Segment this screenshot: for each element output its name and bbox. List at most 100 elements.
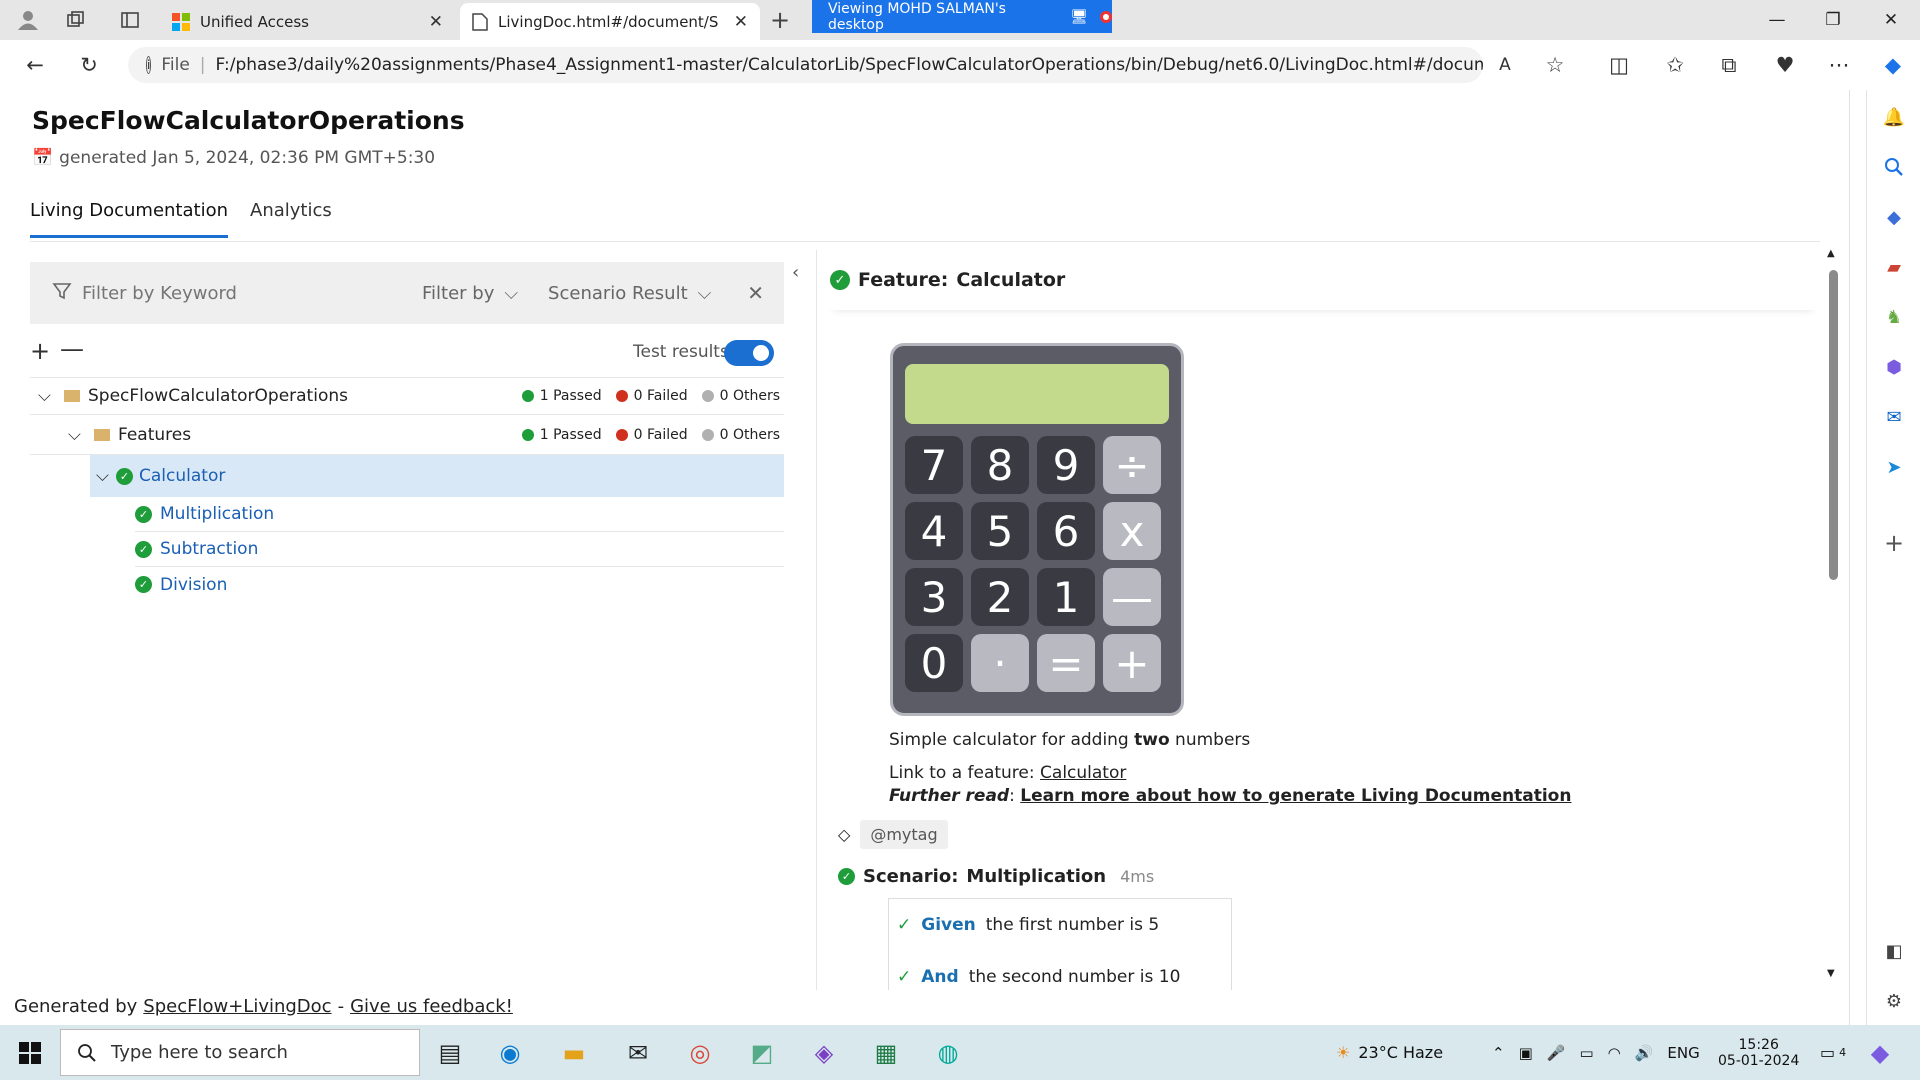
remote-session-banner[interactable]: Viewing MOHD SALMAN's desktop 🖥 xyxy=(812,0,1112,33)
tab-actions-icon[interactable] xyxy=(118,8,142,32)
health-icon[interactable]: ♥ xyxy=(1770,50,1800,80)
notifications[interactable]: ▭ 4 xyxy=(1820,1025,1846,1080)
further-read-link[interactable]: Learn more about how to generate Living … xyxy=(1020,786,1571,806)
battery-icon[interactable]: ▭ xyxy=(1579,1044,1593,1062)
file-explorer-icon[interactable]: ▬ xyxy=(554,1033,594,1073)
outlook-icon[interactable]: ✉ xyxy=(1881,404,1907,430)
scenario-link[interactable]: Division xyxy=(160,575,227,595)
close-window-icon[interactable]: ✕ xyxy=(1876,6,1906,34)
tag-badge[interactable]: @mytag xyxy=(860,820,948,849)
tab-divider xyxy=(30,241,1820,242)
clock[interactable]: 15:26 05-01-2024 xyxy=(1718,1025,1799,1080)
quick-assist-icon[interactable]: ◍ xyxy=(928,1033,968,1073)
windows-start-icon[interactable] xyxy=(10,1033,50,1073)
collapse-all-icon[interactable]: — xyxy=(60,335,84,363)
scenario-link[interactable]: Subtraction xyxy=(160,539,258,559)
collapse-pane-icon[interactable]: ‹ xyxy=(792,262,799,283)
minimize-icon[interactable]: — xyxy=(1762,6,1792,34)
search-icon xyxy=(78,1043,96,1062)
edge-icon[interactable]: ◉ xyxy=(490,1033,530,1073)
calculator-screen xyxy=(905,364,1169,424)
filter-by-dropdown[interactable]: Filter by ⌵ xyxy=(422,283,518,304)
scenario-result-label: Scenario Result xyxy=(548,282,688,304)
tree-row-root[interactable]: ⌵ SpecFlowCalculatorOperations 1 Passed … xyxy=(30,377,784,415)
microphone-icon[interactable]: 🎤 xyxy=(1547,1044,1566,1062)
chevron-down-icon[interactable]: ⌵ xyxy=(68,425,88,445)
visual-studio-icon[interactable]: ◈ xyxy=(804,1033,844,1073)
tab-livingdoc[interactable]: LivingDoc.html#/document/Stan ✕ xyxy=(460,3,760,40)
shopping-tag-icon[interactable]: ◆ xyxy=(1881,204,1907,230)
scenario-result-dropdown[interactable]: Scenario Result ⌵ xyxy=(548,283,711,304)
weather-widget[interactable]: ☀ 23°C Haze xyxy=(1336,1025,1443,1080)
feature-link[interactable]: Calculator xyxy=(1040,763,1126,783)
footer-prefix: Generated by xyxy=(14,995,138,1017)
more-options-icon[interactable]: ⋯ xyxy=(1824,50,1854,80)
tree-row-scenario[interactable]: ✓ Multiplication xyxy=(135,497,784,532)
tree-row-features[interactable]: ⌵ Features 1 Passed 0 Failed 0 Others xyxy=(30,415,784,455)
refresh-icon[interactable]: ↻ xyxy=(74,50,104,80)
specflow-link[interactable]: SpecFlow+LivingDoc xyxy=(143,996,331,1017)
tab-label: LivingDoc.html#/document/Stan xyxy=(498,12,718,31)
bell-icon[interactable]: 🔔 xyxy=(1881,104,1907,130)
language-indicator[interactable]: ENG xyxy=(1667,1044,1699,1062)
settings-gear-icon[interactable]: ⚙ xyxy=(1881,988,1907,1014)
step-check-icon: ✓ xyxy=(897,915,912,935)
search-icon[interactable] xyxy=(1881,154,1907,180)
livingdoc-page: SpecFlowCalculatorOperations 📅 generated… xyxy=(0,90,1850,1025)
scroll-down-icon[interactable]: ▼ xyxy=(1827,968,1835,979)
maximize-icon[interactable]: ❐ xyxy=(1818,6,1848,34)
clear-filter-icon[interactable]: ✕ xyxy=(747,281,764,305)
copilot-taskbar-icon[interactable]: ◆ xyxy=(1860,1033,1900,1073)
games-icon[interactable]: ♞ xyxy=(1881,304,1907,330)
read-aloud-icon[interactable]: A xyxy=(1490,50,1520,80)
new-tab-icon[interactable]: + xyxy=(768,6,792,34)
favorites-icon[interactable]: ✩ xyxy=(1660,50,1690,80)
expand-all-icon[interactable]: + xyxy=(30,337,50,365)
chevron-down-icon[interactable]: ⌵ xyxy=(38,386,58,406)
footer-separator: - xyxy=(337,995,345,1017)
scrollbar[interactable]: ▲ ▼ xyxy=(1827,248,1839,979)
drop-icon[interactable]: ➤ xyxy=(1881,454,1907,480)
camera-icon[interactable]: ▣ xyxy=(1519,1044,1533,1062)
url-field[interactable]: i File | F:/phase3/daily%20assignments/P… xyxy=(128,47,1483,83)
tools-icon[interactable]: ▰ xyxy=(1881,254,1907,280)
scrollbar-thumb[interactable] xyxy=(1829,270,1838,580)
address-bar-area: ← ↻ i File | F:/phase3/daily%20assignmen… xyxy=(0,40,1920,90)
add-icon[interactable]: + xyxy=(1881,529,1907,557)
tree-row-scenario[interactable]: ✓ Subtraction xyxy=(135,532,784,567)
close-tab-icon[interactable]: ✕ xyxy=(429,12,443,32)
app-icon[interactable]: ◩ xyxy=(742,1033,782,1073)
close-tab-icon[interactable]: ✕ xyxy=(734,12,748,32)
back-icon[interactable]: ← xyxy=(20,50,50,80)
split-screen-icon[interactable]: ◫ xyxy=(1604,50,1634,80)
feedback-link[interactable]: Give us feedback! xyxy=(350,996,513,1017)
m365-icon[interactable]: ⬢ xyxy=(1881,354,1907,380)
chrome-icon[interactable]: ◎ xyxy=(680,1033,720,1073)
workspaces-icon[interactable] xyxy=(64,8,88,32)
sidebar-toggle-icon[interactable]: ◧ xyxy=(1881,938,1907,964)
passed-check-icon: ✓ xyxy=(830,270,850,290)
tab-analytics[interactable]: Analytics xyxy=(250,200,332,238)
info-icon[interactable]: i xyxy=(146,56,152,74)
task-view-icon[interactable]: ▤ xyxy=(430,1033,470,1073)
scroll-up-icon[interactable]: ▲ xyxy=(1827,248,1835,259)
keyword-filter-input[interactable] xyxy=(82,282,422,304)
test-results-toggle[interactable] xyxy=(724,340,774,366)
tab-unified-access[interactable]: Unified Access ✕ xyxy=(160,3,455,40)
chevron-down-icon[interactable]: ⌵ xyxy=(96,466,116,486)
mail-icon[interactable]: ✉ xyxy=(618,1033,658,1073)
tab-living-documentation[interactable]: Living Documentation xyxy=(30,200,228,238)
tree-row-scenario[interactable]: ✓ Division xyxy=(135,567,784,602)
speaker-icon[interactable]: 🔊 xyxy=(1635,1044,1654,1062)
taskbar-search-box[interactable]: Type here to search xyxy=(60,1029,420,1076)
chevron-up-icon[interactable]: ⌃ xyxy=(1492,1044,1505,1062)
favorite-star-icon[interactable]: ☆ xyxy=(1540,50,1570,80)
tree-row-calculator[interactable]: ⌵ ✓ Calculator xyxy=(90,455,784,497)
wifi-icon[interactable]: ◠ xyxy=(1608,1044,1621,1062)
pane-divider[interactable] xyxy=(816,250,817,990)
profile-icon[interactable] xyxy=(16,8,40,32)
scenario-link[interactable]: Multiplication xyxy=(160,504,274,524)
collections-icon[interactable]: ⧉ xyxy=(1714,50,1744,80)
excel-icon[interactable]: ▦ xyxy=(866,1033,906,1073)
copilot-icon[interactable]: ◆ xyxy=(1878,50,1908,80)
